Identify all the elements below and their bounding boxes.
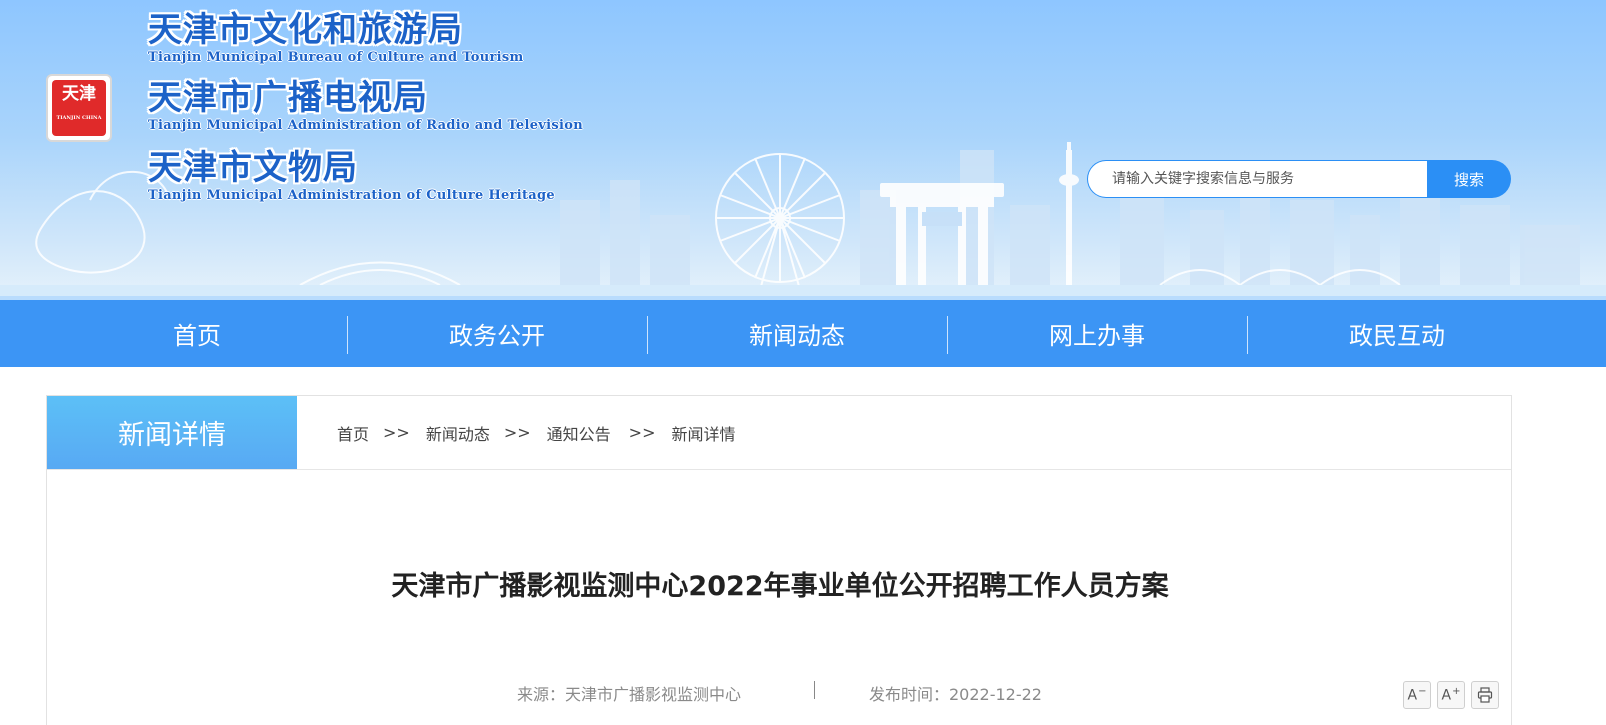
- org-name-en: Tianjin Municipal Administration of Radi…: [148, 118, 583, 133]
- org-name-en: Tianjin Municipal Administration of Cult…: [148, 188, 555, 203]
- org-name-en: Tianjin Municipal Bureau of Culture and …: [148, 50, 524, 65]
- breadcrumb-separator: >>: [383, 423, 410, 442]
- breadcrumb-separator: >>: [503, 423, 531, 442]
- org-name-cn: 天津市文物局: [148, 148, 358, 188]
- nav-item-public-interaction[interactable]: 政民互动: [1247, 300, 1547, 367]
- article-title: 天津市广播影视监测中心2022年事业单位公开招聘工作人员方案: [391, 571, 1169, 602]
- seal-caption: TIANJIN CHINA: [56, 115, 102, 121]
- seal-text: 天津: [62, 84, 96, 104]
- org-name-cn: 天津市广播电视局: [148, 78, 428, 118]
- main-nav: 首页 政务公开 新闻动态 网上办事 政民互动: [0, 296, 1606, 367]
- org-bureau-culture-tourism: 天津市文化和旅游局 Tianjin Municipal Bureau of Cu…: [148, 10, 524, 66]
- nav-item-news[interactable]: 新闻动态: [647, 300, 947, 367]
- org-culture-heritage: 天津市文物局 Tianjin Municipal Administration …: [148, 148, 555, 204]
- nav-item-online-services[interactable]: 网上办事: [947, 300, 1247, 367]
- article-source: 来源：天津市广播影视监测中心: [517, 685, 742, 704]
- breadcrumb-separator: >>: [628, 423, 656, 442]
- article-date: 发布时间：2022-12-22: [869, 685, 1042, 704]
- breadcrumb-notices[interactable]: 通知公告: [547, 421, 611, 445]
- news-detail-panel: 新闻详情 首页 >> 新闻动态 >> 通知公告 >> 新闻详情 天津市广播影视监…: [46, 395, 1512, 725]
- breadcrumb: 首页 >> 新闻动态 >> 通知公告 >> 新闻详情: [337, 396, 750, 469]
- seal-mark: 天津 TIANJIN CHINA: [52, 80, 106, 136]
- header-banner: 天津 TIANJIN CHINA 天津市文化和旅游局 Tianjin Munic…: [0, 0, 1606, 300]
- org-name-cn: 天津市文化和旅游局: [148, 10, 463, 50]
- meta-divider: [814, 681, 815, 699]
- site-logo-seal[interactable]: 天津 TIANJIN CHINA: [46, 74, 112, 142]
- font-increase-button[interactable]: A+: [1437, 681, 1465, 709]
- breadcrumb-news[interactable]: 新闻动态: [426, 421, 490, 445]
- article-tools: A− A+: [1403, 681, 1499, 709]
- site-search: 搜索: [1087, 160, 1511, 198]
- search-input[interactable]: [1087, 160, 1427, 198]
- font-decrease-icon: A−: [1407, 686, 1427, 704]
- nav-item-home[interactable]: 首页: [47, 300, 347, 367]
- font-decrease-button[interactable]: A−: [1403, 681, 1431, 709]
- print-icon: [1477, 687, 1493, 703]
- breadcrumb-current: 新闻详情: [671, 424, 736, 444]
- font-increase-icon: A+: [1441, 686, 1461, 704]
- article-meta: 来源：天津市广播影视监测中心 发布时间：2022-12-22: [47, 681, 1513, 704]
- org-radio-television: 天津市广播电视局 Tianjin Municipal Administratio…: [148, 78, 583, 134]
- search-button[interactable]: 搜索: [1427, 160, 1511, 198]
- print-button[interactable]: [1471, 681, 1499, 709]
- nav-item-government-affairs[interactable]: 政务公开: [347, 300, 647, 367]
- panel-header: 新闻详情 首页 >> 新闻动态 >> 通知公告 >> 新闻详情: [47, 396, 1511, 470]
- breadcrumb-home[interactable]: 首页: [337, 421, 369, 445]
- section-tab: 新闻详情: [47, 396, 297, 469]
